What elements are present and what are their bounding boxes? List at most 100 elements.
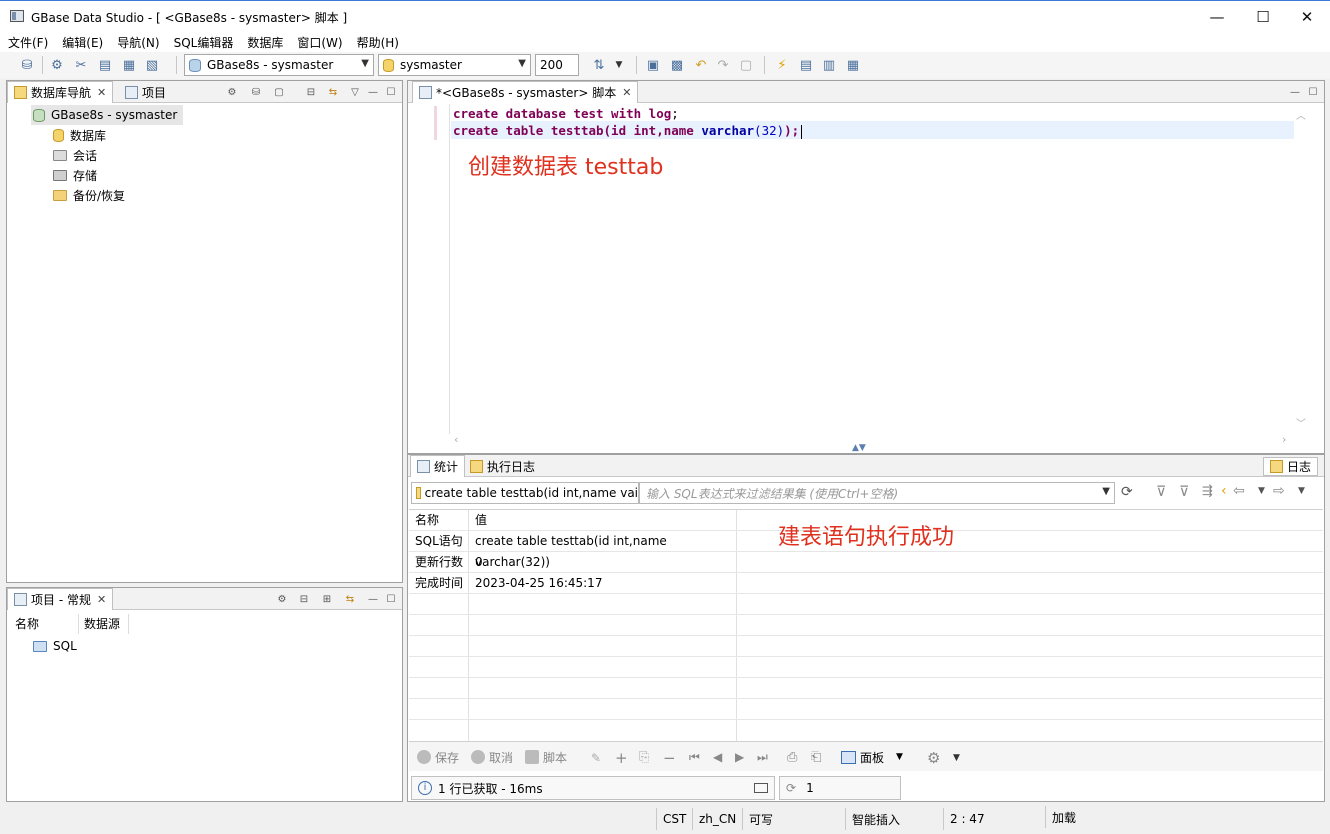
add-connection-icon[interactable]: ⛁ [249,85,263,99]
commit-icon[interactable]: ▣ [644,56,662,74]
open-script-icon[interactable]: ▧ [143,56,161,74]
scroll-down-icon[interactable]: ﹀ [1296,415,1306,430]
collapse-all-icon[interactable]: ⊟ [297,592,311,606]
chevron-down-icon[interactable]: ▼ [1298,486,1305,496]
scroll-right-icon[interactable]: › [1282,433,1286,446]
sql-editor-icon[interactable]: ▤ [96,56,114,74]
script-button[interactable]: 脚本 [525,742,567,772]
explain-plan-icon[interactable]: ▥ [820,56,838,74]
save-button[interactable]: 保存 [417,742,459,772]
refresh-icon[interactable]: ⟳ [1121,484,1133,500]
tree-item-databases[interactable]: 数据库 [31,125,183,145]
import-icon[interactable]: ⎗ [811,750,821,765]
sql-line-1[interactable]: create database test with log; [453,106,679,121]
tab-sql-script[interactable]: *<GBase8s - sysmaster> 脚本 ✕ [412,81,639,103]
result-filter-input[interactable]: 输入 SQL表达式来过滤结果集 (使用Ctrl+空格) ▼ [639,482,1115,504]
format-sql-icon[interactable]: ▦ [844,56,862,74]
chevron-down-icon[interactable]: ▼ [610,56,628,74]
log-button[interactable]: 日志 [1263,457,1319,476]
link-editor-icon[interactable]: ⇆ [326,85,340,99]
export-icon[interactable]: ⎙ [787,750,797,765]
prev-page-icon[interactable]: ◀ [713,750,722,764]
undo-icon[interactable]: ↶ [692,56,710,74]
fetch-count[interactable]: ⟳ 1 [779,776,901,800]
maximize-button[interactable]: ☐ [1240,1,1286,33]
panel-icon[interactable] [754,783,768,793]
tab-project-general[interactable]: 项目 - 常规 ✕ [7,588,114,610]
execute-icon[interactable]: ⚡ [773,56,791,74]
tab-database-navigator[interactable]: 数据库导航 ✕ [7,81,114,103]
close-window-button[interactable]: ✕ [1284,1,1330,33]
maximize-icon[interactable]: ☐ [1306,85,1320,99]
arrow-right-icon[interactable]: ⇨ [1273,483,1285,499]
sql-line-2[interactable]: create table testtab(id int,name varchar… [453,123,803,139]
arrow-left-icon[interactable]: ⇦ [1233,483,1245,499]
last-page-icon[interactable]: ⏭ [757,750,768,765]
menu-window[interactable]: 窗口(W) [297,34,342,51]
link-editor-icon[interactable]: ⇆ [343,592,357,606]
column-header-name[interactable]: 名称 [7,614,79,634]
table-row[interactable]: 完成时间 2023-04-25 16:45:17 [409,573,1323,594]
panel-toggle-icon[interactable]: ▲▼ [852,443,866,453]
delete-row-icon[interactable]: − [663,749,676,767]
new-script-icon[interactable]: ▦ [120,56,138,74]
tree-item-sql-folder[interactable]: SQL [33,636,77,656]
gear-icon[interactable]: ⚙ [927,749,940,767]
menu-edit[interactable]: 编辑(E) [62,34,103,51]
transaction-mode-icon[interactable]: ⇅ [590,56,608,74]
first-page-icon[interactable]: ⏮ [689,750,700,765]
tab-projects[interactable]: 项目 [119,81,172,103]
maximize-icon[interactable]: ☐ [384,85,398,99]
menu-help[interactable]: 帮助(H) [357,34,399,51]
minimize-icon[interactable]: — [366,592,380,606]
menu-file[interactable]: 文件(F) [8,34,48,51]
tree-item-backup-restore[interactable]: 备份/恢复 [31,185,183,205]
connect-icon[interactable]: ⚙ [225,85,239,99]
tab-statistics[interactable]: 统计 [410,455,466,477]
minimize-icon[interactable]: — [1288,85,1302,99]
expand-all-icon[interactable]: ⊞ [320,592,334,606]
view-menu-icon[interactable]: ▽ [348,85,362,99]
menu-sql-editor[interactable]: SQL编辑器 [174,34,234,51]
history-icon[interactable]: ▢ [737,56,755,74]
disconnect-icon[interactable]: ✂ [72,56,90,74]
cancel-button[interactable]: 取消 [471,742,513,772]
close-icon[interactable]: ✕ [97,593,106,606]
back-icon[interactable]: ‹ [1221,483,1227,499]
maximize-icon[interactable]: ☐ [384,592,398,606]
filter-history-icon[interactable]: ⇶ [1202,484,1213,499]
filter-icon[interactable]: ⊽ [1156,484,1166,500]
panels-button[interactable]: 面板 ▼ [841,742,903,772]
query-text-display[interactable]: create table testtab(id int,name vai [411,482,639,504]
scroll-up-icon[interactable]: ︿ [1296,107,1306,122]
edit-icon[interactable]: ✎ [591,751,601,765]
minimize-icon[interactable]: — [366,85,380,99]
column-header-name[interactable]: 名称 [409,510,469,530]
tree-item-sessions[interactable]: 会话 [31,145,183,165]
database-selector[interactable]: sysmaster ▼ [378,54,531,76]
clear-filter-icon[interactable]: ⊽ [1179,484,1189,500]
execute-script-icon[interactable]: ▤ [797,56,815,74]
table-row[interactable]: 更新行数 0 [409,552,1323,573]
gear-icon[interactable]: ⚙ [275,592,289,606]
connect-icon[interactable]: ⚙ [48,56,66,74]
collapse-all-icon[interactable]: ⊟ [304,85,318,99]
redo-icon[interactable]: ↷ [714,56,732,74]
chevron-down-icon[interactable]: ▼ [1102,486,1110,497]
close-icon[interactable]: ✕ [97,86,106,99]
close-icon[interactable]: ✕ [622,86,631,99]
tab-execution-log[interactable]: 执行日志 [464,455,541,477]
tree-item-connection[interactable]: GBase8s - sysmaster [31,105,184,125]
copy-row-icon[interactable]: ⎘ [639,750,649,765]
menu-database[interactable]: 数据库 [247,34,283,51]
chevron-down-icon[interactable]: ▼ [953,753,960,763]
menu-navigate[interactable]: 导航(N) [117,34,159,51]
chevron-down-icon[interactable]: ▼ [1258,486,1265,496]
rollback-icon[interactable]: ▩ [668,56,686,74]
add-row-icon[interactable]: + [615,749,628,767]
new-connection-icon[interactable]: ⛁ [18,56,36,74]
column-header-value[interactable]: 值 [469,510,737,530]
minimize-button[interactable]: — [1194,1,1240,33]
scroll-left-icon[interactable]: ‹ [454,433,458,446]
next-page-icon[interactable]: ▶ [735,750,744,764]
